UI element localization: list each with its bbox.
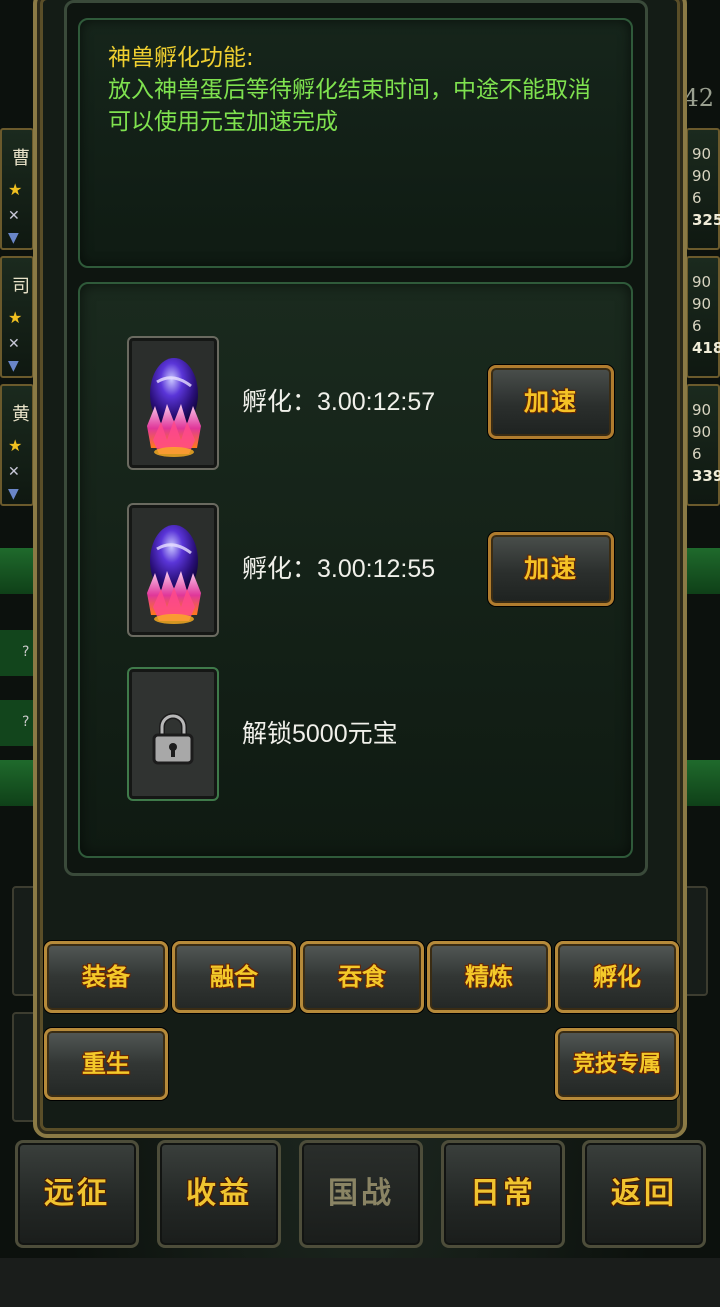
unknown-mark: ? [22, 644, 30, 660]
armor-icon: ▼ [8, 230, 19, 246]
stat-value: 418 [692, 339, 720, 357]
nav-back[interactable]: 返回 [582, 1140, 706, 1248]
hero-card-1[interactable]: 曹 ★ ✕ ▼ [0, 128, 34, 250]
nav-expedition[interactable]: 远征 [15, 1140, 139, 1248]
hero-card-3[interactable]: 黄 ★ ✕ ▼ [0, 384, 34, 506]
description-line: 可以使用元宝加速完成 [108, 109, 338, 135]
star-icon: ★ [8, 308, 23, 327]
nav-daily[interactable]: 日常 [441, 1140, 565, 1248]
armor-icon: ▼ [8, 358, 19, 374]
right-stat-card-1: 90 90 6 325 [686, 128, 720, 250]
star-icon: ★ [8, 180, 23, 199]
hatch-description-box: 神兽孵化功能: 放入神兽蛋后等待孵化结束时间，中途不能取消 可以使用元宝加速完成 [78, 18, 633, 268]
hero-name: 司 [12, 276, 30, 297]
beast-egg-icon [147, 358, 201, 457]
beast-egg-icon [147, 525, 201, 624]
hatch-timer: 孵化：3.00:12:57 [242, 388, 436, 416]
tab-rebirth[interactable]: 重生 [44, 1028, 168, 1100]
armor-icon: ▼ [8, 486, 19, 502]
unknown-row: ? [0, 700, 34, 746]
speed-up-button[interactable]: 加速 [488, 532, 614, 606]
hatch-slot-2[interactable] [127, 503, 219, 637]
tab-devour[interactable]: 吞食 [300, 941, 424, 1013]
tab-arena-exclusive[interactable]: 竞技专属 [555, 1028, 679, 1100]
hero-card-2[interactable]: 司 ★ ✕ ▼ [0, 256, 34, 378]
lock-icon [152, 713, 194, 765]
nav-national-war[interactable]: 国战 [299, 1140, 423, 1248]
right-stat-card-3: 90 90 6 339 [686, 384, 720, 506]
sword-icon: ✕ [8, 208, 20, 224]
nav-income[interactable]: 收益 [157, 1140, 281, 1248]
hatch-slot-1[interactable] [127, 336, 219, 470]
description-line: 放入神兽蛋后等待孵化结束时间，中途不能取消 [108, 77, 591, 103]
sword-icon: ✕ [8, 464, 20, 480]
tab-refine[interactable]: 精炼 [427, 941, 551, 1013]
bottom-strip [0, 1258, 720, 1307]
right-counter: 42 [683, 84, 714, 112]
hero-name: 曹 [12, 148, 30, 169]
hatch-slot-locked[interactable] [127, 667, 219, 801]
stat-value: 325 [692, 211, 720, 229]
right-stat-card-2: 90 90 6 418 [686, 256, 720, 378]
unlock-cost-label: 解锁5000元宝 [242, 720, 398, 748]
tab-hatch[interactable]: 孵化 [555, 941, 679, 1013]
description-title: 神兽孵化功能: [108, 45, 254, 71]
tab-equip[interactable]: 装备 [44, 941, 168, 1013]
speed-up-button[interactable]: 加速 [488, 365, 614, 439]
unknown-mark: ? [22, 714, 30, 730]
hero-name: 黄 [12, 404, 30, 425]
sword-icon: ✕ [8, 336, 20, 352]
hatch-timer: 孵化：3.00:12:55 [242, 555, 436, 583]
stat-value: 339 [692, 467, 720, 485]
star-icon: ★ [8, 436, 23, 455]
tab-fuse[interactable]: 融合 [172, 941, 296, 1013]
unknown-row: ? [0, 630, 34, 676]
